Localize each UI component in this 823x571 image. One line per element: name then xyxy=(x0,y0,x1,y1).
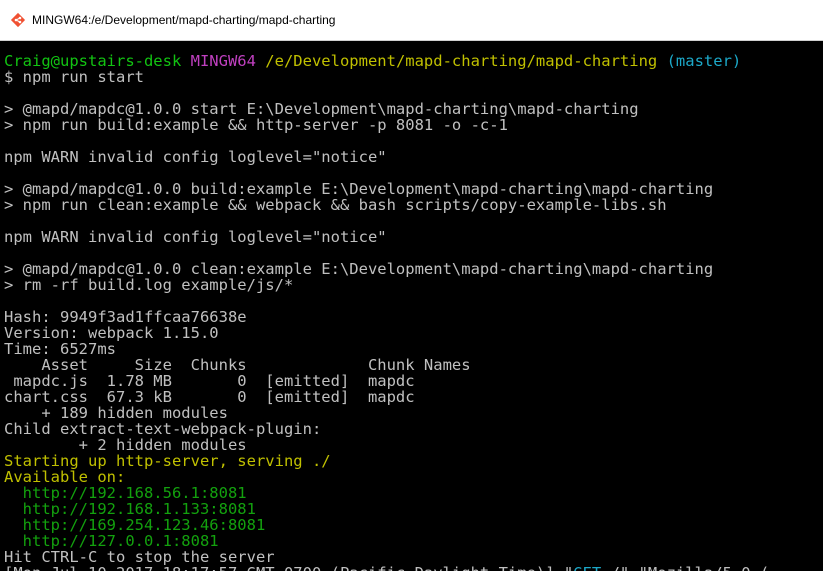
terminal-text-segment: > rm -rf build.log example/js/* xyxy=(4,276,294,294)
terminal-line: > @mapd/mapdc@1.0.0 clean:example E:\Dev… xyxy=(4,261,769,277)
git-bash-icon xyxy=(10,12,26,28)
terminal-text-segment: /e/Development/mapd-charting/mapd-charti… xyxy=(265,52,667,70)
terminal-line: Available on: xyxy=(4,469,769,485)
terminal-text-segment: $ npm run start xyxy=(4,68,144,86)
terminal-line: chart.css 67.3 kB 0 [emitted] mapdc xyxy=(4,389,769,405)
terminal-line: > npm run clean:example && webpack && ba… xyxy=(4,197,769,213)
terminal-line: Craig@upstairs-desk MINGW64 /e/Developme… xyxy=(4,53,769,69)
terminal-text-segment: MINGW64 xyxy=(190,52,266,70)
terminal-text-segment: > npm run clean:example && webpack && ba… xyxy=(4,196,667,214)
terminal-text: Craig@upstairs-desk MINGW64 /e/Developme… xyxy=(4,53,769,571)
terminal-line: Version: webpack 1.15.0 xyxy=(4,325,769,341)
terminal-line: Asset Size Chunks Chunk Names xyxy=(4,357,769,373)
terminal-line: http://169.254.123.46:8081 xyxy=(4,517,769,533)
terminal-text-segment: npm WARN invalid config loglevel="notice… xyxy=(4,148,387,166)
window-title-bar[interactable]: MINGW64:/e/Development/mapd-charting/map… xyxy=(0,0,823,41)
terminal-line: Starting up http-server, serving ./ xyxy=(4,453,769,469)
terminal-output-area[interactable]: Craig@upstairs-desk MINGW64 /e/Developme… xyxy=(0,41,823,571)
terminal-line: http://192.168.1.133:8081 xyxy=(4,501,769,517)
terminal-line: npm WARN invalid config loglevel="notice… xyxy=(4,229,769,245)
terminal-line: http://127.0.0.1:8081 xyxy=(4,533,769,549)
terminal-line: > rm -rf build.log example/js/* xyxy=(4,277,769,293)
terminal-line: > npm run build:example && http-server -… xyxy=(4,117,769,133)
window-title: MINGW64:/e/Development/mapd-charting/map… xyxy=(32,13,336,27)
terminal-line: Child extract-text-webpack-plugin: xyxy=(4,421,769,437)
terminal-text-segment: > npm run build:example && http-server -… xyxy=(4,116,508,134)
terminal-line: mapdc.js 1.78 MB 0 [emitted] mapdc xyxy=(4,373,769,389)
terminal-line: > @mapd/mapdc@1.0.0 build:example E:\Dev… xyxy=(4,181,769,197)
terminal-line: + 189 hidden modules xyxy=(4,405,769,421)
terminal-text-segment: GET xyxy=(573,564,601,571)
terminal-line: + 2 hidden modules xyxy=(4,437,769,453)
terminal-line: > @mapd/mapdc@1.0.0 start E:\Development… xyxy=(4,101,769,117)
terminal-text-segment: [Mon Jul 10 2017 18:17:57 GMT-0700 (Paci… xyxy=(4,564,573,571)
terminal-text-segment: (master) xyxy=(666,52,742,70)
terminal-line: npm WARN invalid config loglevel="notice… xyxy=(4,149,769,165)
terminal-line: Time: 6527ms xyxy=(4,341,769,357)
terminal-text-segment: /" "Mozilla/5.0 ( xyxy=(601,564,770,571)
terminal-line: http://192.168.56.1:8081 xyxy=(4,485,769,501)
terminal-line: Hit CTRL-C to stop the server xyxy=(4,549,769,565)
terminal-line: $ npm run start xyxy=(4,69,769,85)
terminal-line: Hash: 9949f3ad1ffcaa76638e xyxy=(4,309,769,325)
terminal-text-segment: npm WARN invalid config loglevel="notice… xyxy=(4,228,387,246)
terminal-line: [Mon Jul 10 2017 18:17:57 GMT-0700 (Paci… xyxy=(4,565,769,571)
